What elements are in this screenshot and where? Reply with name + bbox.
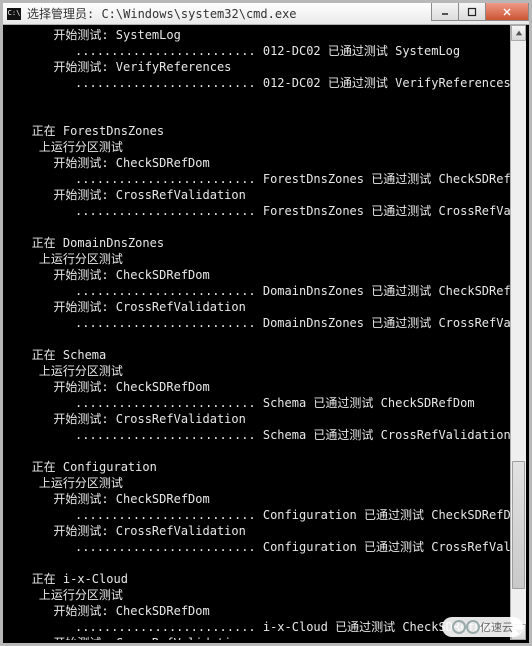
terminal-line	[10, 91, 522, 107]
watermark-text: 亿速云	[480, 619, 513, 635]
scroll-thumb[interactable]	[512, 461, 525, 589]
terminal-line: 开始测试: CheckSDRefDom	[10, 603, 522, 619]
terminal-line: ......................... 012-DC02 已通过测试…	[10, 43, 522, 59]
terminal-line: ......................... Configuration …	[10, 507, 522, 523]
terminal-line	[10, 331, 522, 347]
terminal-line	[10, 219, 522, 235]
terminal-line: 开始测试: CrossRefValidation	[10, 187, 522, 203]
terminal-line: 上运行分区测试	[10, 139, 522, 155]
terminal-line: ......................... 012-DC02 已通过测试…	[10, 75, 522, 91]
terminal-line: 开始测试: CheckSDRefDom	[10, 379, 522, 395]
terminal-line: ......................... DomainDnsZones…	[10, 315, 522, 331]
terminal-output[interactable]: 开始测试: SystemLog ........................…	[6, 25, 526, 640]
terminal-line: 上运行分区测试	[10, 587, 522, 603]
terminal-line: 开始测试: VerifyReferences	[10, 59, 522, 75]
terminal-line: 开始测试: CrossRefValidation	[10, 299, 522, 315]
titlebar[interactable]: C:\ 选择管理员: C:\Windows\system32\cmd.exe	[3, 3, 529, 25]
scroll-track[interactable]	[511, 41, 526, 624]
terminal-line: 上运行分区测试	[10, 363, 522, 379]
terminal-line: 正在 Configuration	[10, 459, 522, 475]
watermark-logo-icon	[452, 620, 466, 634]
terminal-line	[10, 555, 522, 571]
minimize-button[interactable]	[431, 3, 459, 21]
terminal-line: 开始测试: CrossRefValidation	[10, 411, 522, 427]
close-button[interactable]	[485, 3, 529, 21]
terminal-line: 开始测试: SystemLog	[10, 27, 522, 43]
terminal-line: 正在 ForestDnsZones	[10, 123, 522, 139]
terminal-line: ......................... Schema 已通过测试 C…	[10, 427, 522, 443]
watermark-badge: 亿速云	[442, 617, 523, 637]
terminal-line: ......................... ForestDnsZones…	[10, 171, 522, 187]
window-buttons	[432, 3, 529, 24]
terminal-line: ......................... DomainDnsZones…	[10, 283, 522, 299]
scroll-up-button[interactable]	[511, 25, 526, 41]
terminal-line: 正在 Schema	[10, 347, 522, 363]
terminal-line: 开始测试: CheckSDRefDom	[10, 155, 522, 171]
terminal-line: 正在 i-x-Cloud	[10, 571, 522, 587]
cmd-icon: C:\	[7, 8, 21, 20]
terminal-line: ......................... Configuration …	[10, 539, 522, 555]
terminal-line: 上运行分区测试	[10, 251, 522, 267]
maximize-button[interactable]	[458, 3, 486, 21]
terminal-line: 开始测试: CrossRefValidation	[10, 635, 522, 640]
terminal-line: 正在 DomainDnsZones	[10, 235, 522, 251]
terminal-line: 上运行分区测试	[10, 475, 522, 491]
terminal-line	[10, 443, 522, 459]
window-title: 选择管理员: C:\Windows\system32\cmd.exe	[27, 5, 432, 22]
cmd-window: C:\ 选择管理员: C:\Windows\system32\cmd.exe 开…	[0, 0, 532, 646]
terminal-line: ......................... ForestDnsZones…	[10, 203, 522, 219]
terminal-line: 开始测试: CheckSDRefDom	[10, 491, 522, 507]
watermark-logo-icon	[466, 620, 480, 634]
terminal-line: 开始测试: CrossRefValidation	[10, 523, 522, 539]
terminal-line: ......................... Schema 已通过测试 C…	[10, 395, 522, 411]
vertical-scrollbar[interactable]	[510, 25, 526, 640]
terminal-line: 开始测试: CheckSDRefDom	[10, 267, 522, 283]
terminal-line	[10, 107, 522, 123]
